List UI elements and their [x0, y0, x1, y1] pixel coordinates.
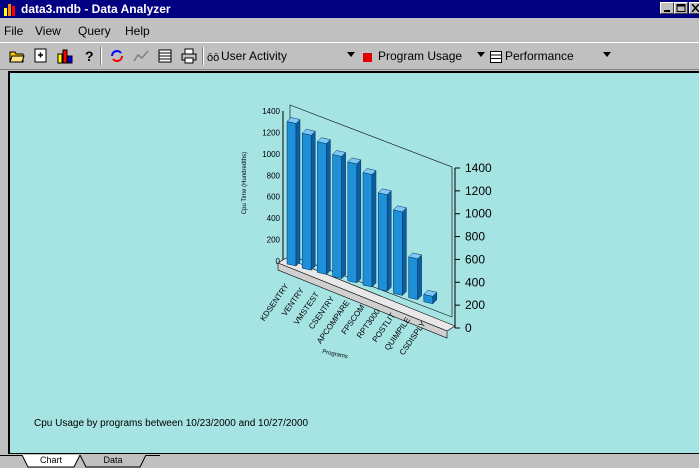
menu-bar: File View Query Help — [0, 22, 699, 40]
toolbar-separator — [202, 47, 204, 65]
bar-front — [393, 209, 403, 296]
y-tick-label-right: 1000 — [465, 207, 492, 221]
y-tick-label-left: 1200 — [262, 128, 280, 137]
svg-text:ōō: ōō — [207, 52, 219, 63]
bar-front — [286, 121, 297, 267]
sheet-tabs: Chart Data — [0, 455, 699, 468]
table-icon — [158, 49, 172, 63]
bar-side — [295, 118, 301, 267]
toolbar: ? ōō User Activity Program Usage Perform… — [0, 42, 699, 70]
printer-icon — [181, 48, 197, 64]
bar-front — [317, 141, 327, 275]
program-usage-button[interactable]: Program Usage — [378, 49, 462, 63]
bar-chart: 0200400600800100012001400020040060080010… — [242, 104, 492, 360]
program-usage-dropdown-icon[interactable] — [477, 52, 485, 57]
bar-side — [386, 190, 392, 292]
bar-front — [408, 256, 418, 300]
title-bar[interactable]: data3.mdb - Data Analyzer — [0, 0, 699, 18]
y-tick-label-left: 800 — [267, 171, 281, 180]
bar-side — [310, 130, 316, 271]
app-icon — [4, 4, 15, 16]
maximize-icon — [676, 4, 686, 12]
tab-chart[interactable]: Chart — [30, 455, 72, 467]
y-tick-label-right: 1400 — [465, 161, 492, 175]
x-axis-title: Programs — [322, 349, 349, 360]
y-tick-label-left: 1000 — [262, 150, 280, 159]
bar-side — [326, 139, 331, 276]
y-tick-label-right: 800 — [465, 230, 485, 244]
bar-side — [402, 207, 407, 297]
close-icon — [691, 4, 699, 12]
export-button[interactable] — [30, 46, 52, 66]
y-tick-label-left: 1400 — [262, 107, 280, 116]
bar-side — [341, 151, 346, 280]
open-folder-icon — [9, 51, 25, 63]
y-tick-label-right: 1200 — [465, 184, 492, 198]
y-axis-title: Cpu Time (Hundredths) — [242, 152, 248, 214]
print-button[interactable] — [178, 46, 200, 66]
performance-dropdown-icon[interactable] — [603, 52, 611, 57]
refresh-button[interactable] — [106, 46, 128, 66]
menu-query[interactable]: Query — [78, 24, 111, 38]
bar-side — [371, 169, 377, 288]
svg-text:?: ? — [85, 48, 94, 64]
chart-caption: Cpu Usage by programs between 10/23/2000… — [34, 418, 309, 429]
refresh-icon — [111, 50, 123, 62]
bar-front — [347, 161, 358, 284]
bar-side — [356, 159, 362, 284]
menu-help[interactable]: Help — [125, 24, 150, 38]
menu-view[interactable]: View — [35, 24, 61, 38]
close-button[interactable] — [689, 2, 699, 14]
y-tick-label-right: 200 — [465, 298, 485, 312]
line-chart-button[interactable] — [130, 46, 152, 66]
window-title: data3.mdb - Data Analyzer — [21, 2, 171, 16]
help-icon: ? — [85, 48, 94, 64]
y-tick-label-left: 400 — [267, 214, 281, 223]
bar-front — [362, 172, 373, 288]
user-activity-button[interactable]: User Activity — [221, 49, 287, 63]
y-tick-label-right: 0 — [465, 321, 472, 335]
bar-side — [417, 254, 422, 301]
open-button[interactable] — [6, 46, 28, 66]
bar-front — [377, 192, 388, 292]
y-tick-label-right: 400 — [465, 275, 485, 289]
export-icon — [34, 48, 47, 63]
toolbar-separator — [100, 47, 102, 65]
program-usage-icon — [363, 53, 372, 62]
y-tick-label-left: 200 — [267, 236, 281, 245]
y-tick-label-right: 600 — [465, 252, 485, 266]
minimize-button[interactable] — [660, 2, 674, 14]
chart-button[interactable] — [54, 46, 76, 66]
user-activity-dropdown-icon[interactable] — [347, 52, 355, 57]
y-tick-label-left: 600 — [267, 193, 281, 202]
performance-button[interactable]: Performance — [505, 49, 574, 63]
maximize-button[interactable] — [674, 2, 688, 14]
menu-file[interactable]: File — [4, 24, 23, 38]
bar-front — [332, 154, 342, 279]
minimize-icon — [664, 10, 670, 12]
help-button[interactable]: ? — [78, 46, 100, 66]
table-button[interactable] — [154, 46, 176, 66]
bar-front — [301, 132, 312, 271]
bar-chart-icon — [57, 49, 73, 64]
chart-area: 0 200 400 600 800 1000 1200 1400 0 200 400 600 800 10… — [10, 73, 699, 453]
performance-icon — [490, 51, 502, 63]
line-chart-icon — [133, 50, 149, 62]
tab-data[interactable]: Data — [88, 455, 138, 467]
